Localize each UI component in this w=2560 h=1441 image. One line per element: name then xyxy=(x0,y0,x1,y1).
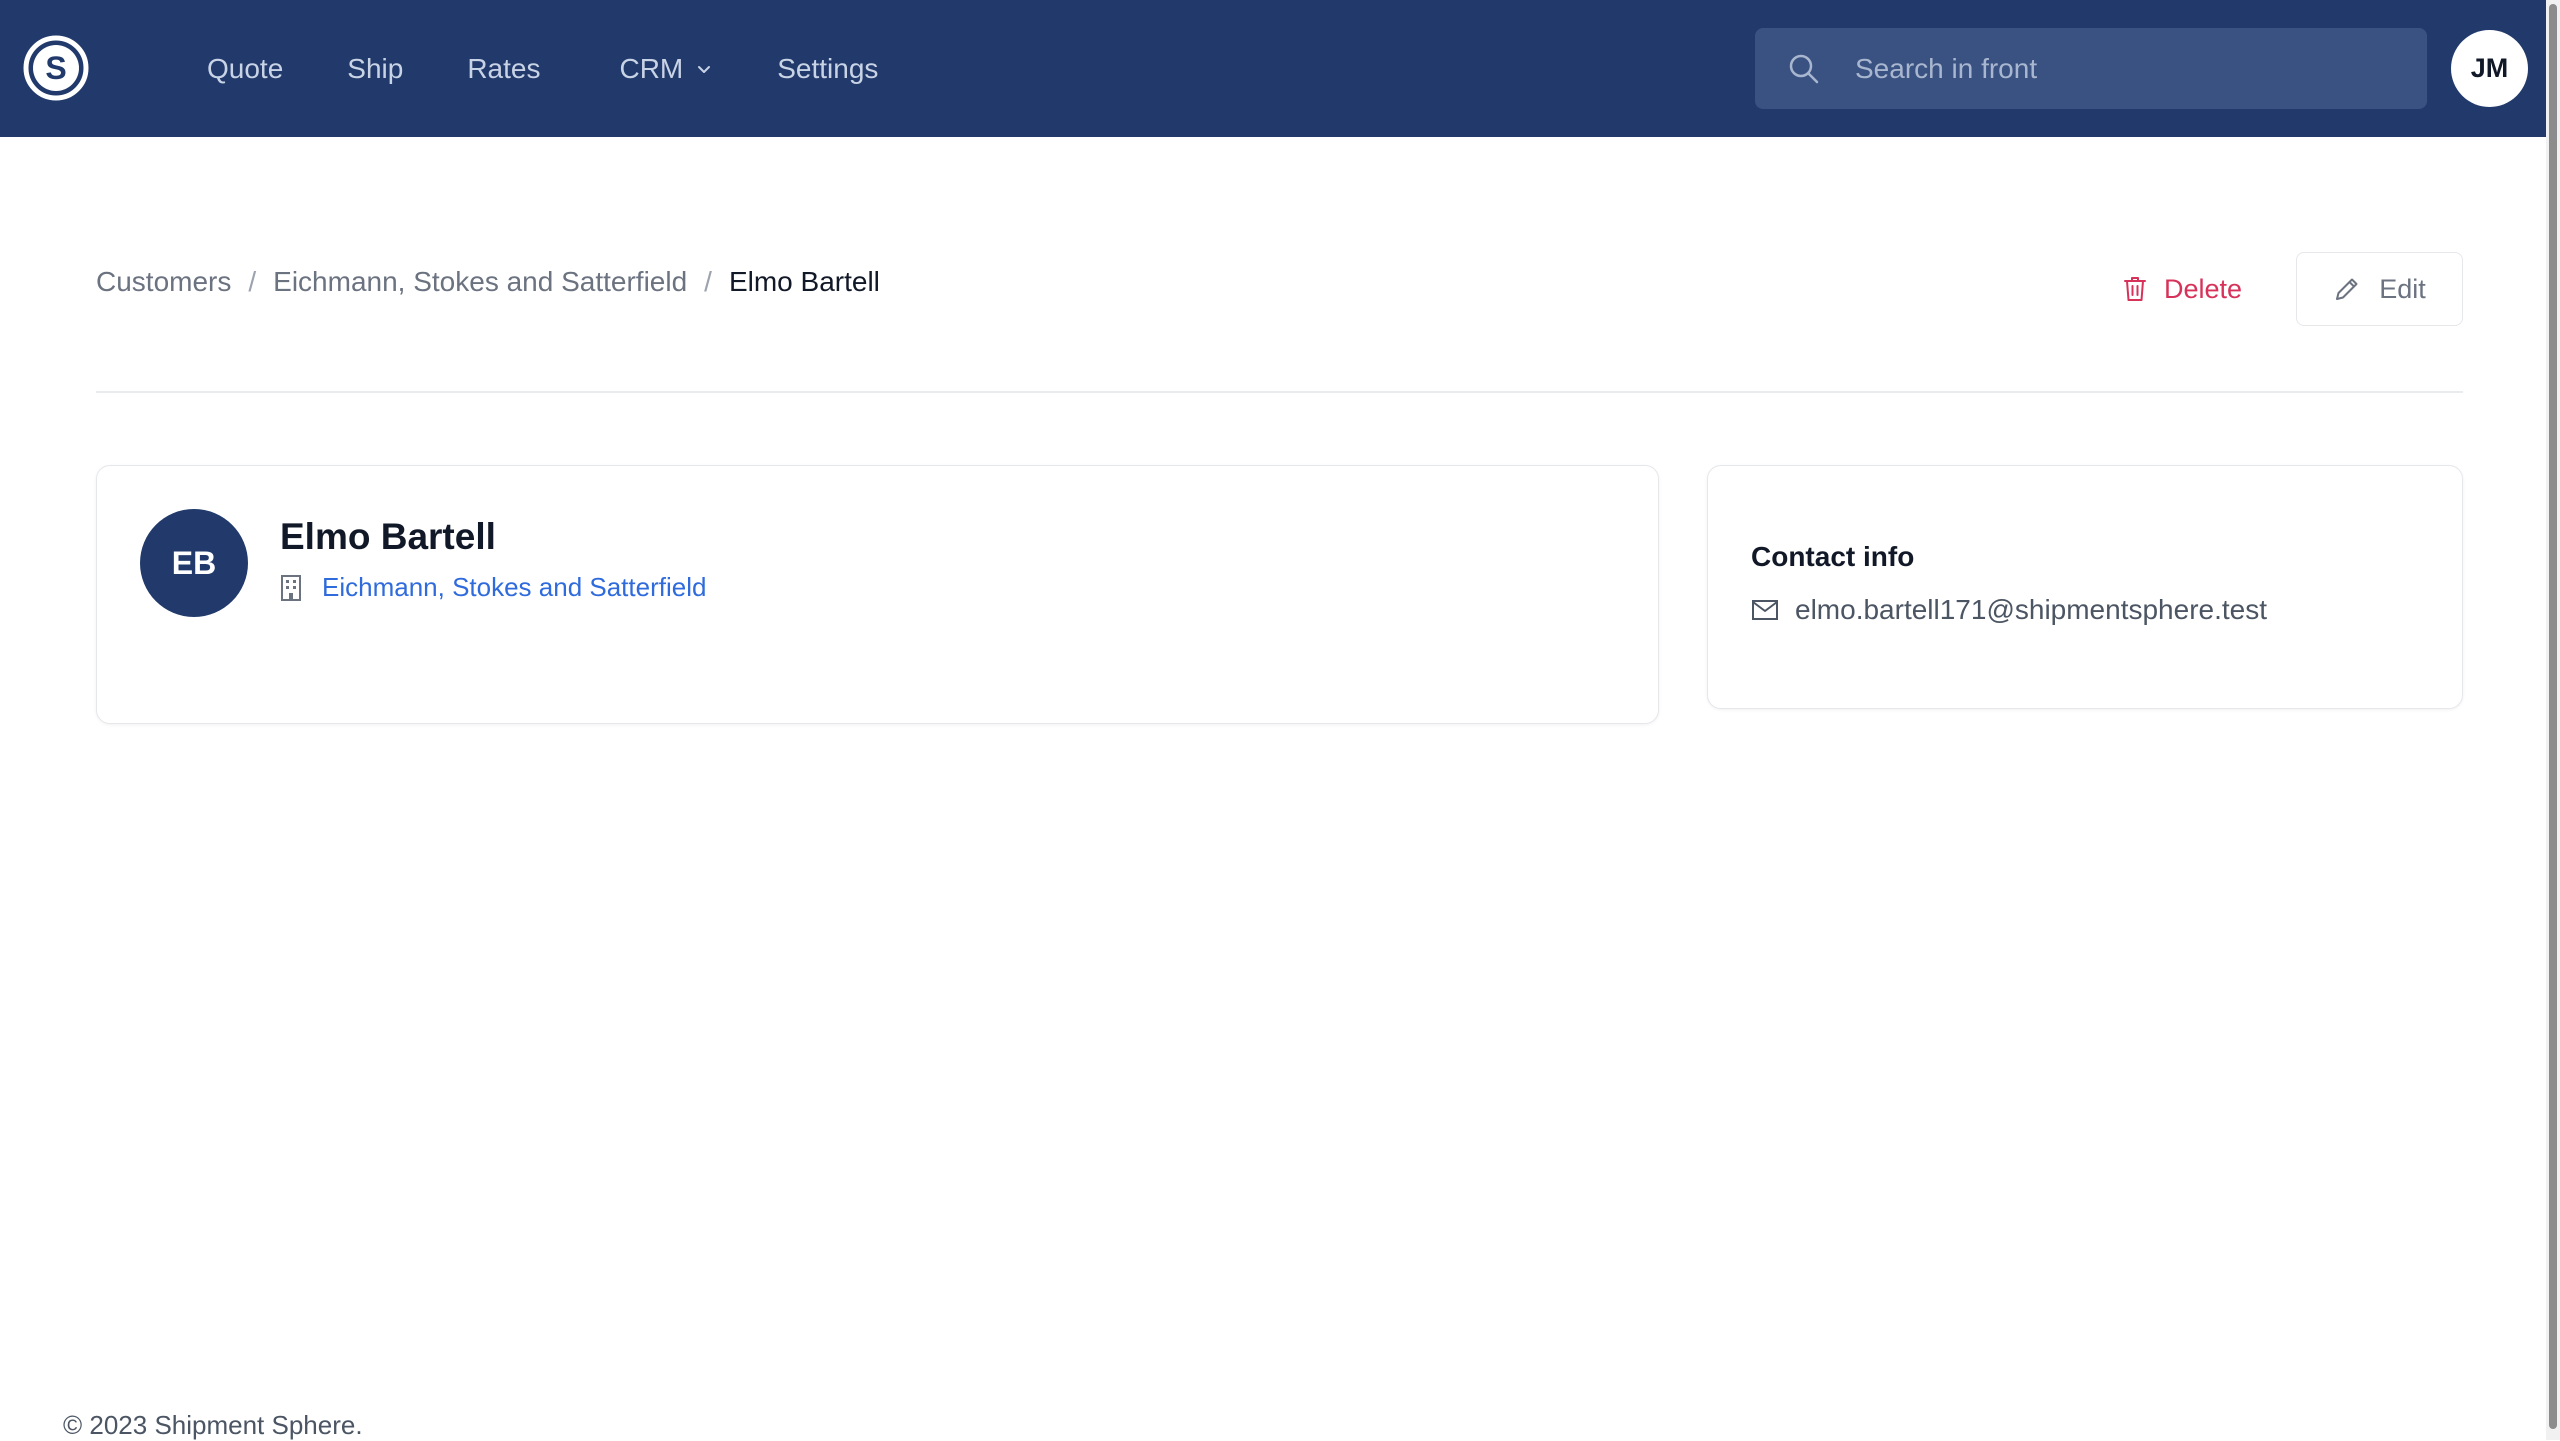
top-navigation-bar: S Quote Ship Rates CRM Settings JM xyxy=(0,0,2546,137)
shipment-sphere-logo-icon[interactable]: S xyxy=(23,35,89,101)
profile-card: EB Elmo Bartell Eichmann, Stokes and Sat… xyxy=(96,465,1659,724)
nav-item-crm-label: CRM xyxy=(619,52,684,84)
chevron-down-icon xyxy=(698,65,711,73)
footer-copyright: © 2023 Shipment Sphere. xyxy=(63,1410,363,1440)
nav-item-settings[interactable]: Settings xyxy=(777,53,878,85)
company-link-label: Eichmann, Stokes and Satterfield xyxy=(322,572,707,602)
user-avatar[interactable]: JM xyxy=(2451,30,2528,107)
company-link[interactable]: Eichmann, Stokes and Satterfield xyxy=(280,572,706,603)
nav-item-quote[interactable]: Quote xyxy=(207,53,283,85)
nav-item-ship[interactable]: Ship xyxy=(347,53,403,85)
edit-button-label: Edit xyxy=(2379,273,2426,304)
contact-email: elmo.bartell171@shipmentsphere.test xyxy=(1751,594,2267,626)
search-icon xyxy=(1789,54,1819,84)
nav-item-rates[interactable]: Rates xyxy=(467,53,540,85)
trash-icon xyxy=(2124,277,2146,301)
contact-info-title: Contact info xyxy=(1751,541,1915,572)
delete-button[interactable]: Delete xyxy=(2122,252,2242,326)
header-divider xyxy=(96,391,2463,393)
contact-info-card: Contact info elmo.bartell171@shipmentsph… xyxy=(1707,465,2463,709)
svg-text:S: S xyxy=(45,50,66,86)
envelope-icon xyxy=(1752,600,1778,620)
delete-button-label: Delete xyxy=(2164,273,2243,304)
main-nav: Quote Ship Rates CRM Settings xyxy=(207,0,942,137)
breadcrumb: Customers / Eichmann, Stokes and Satterf… xyxy=(96,266,880,298)
search-box[interactable] xyxy=(1755,28,2427,109)
customer-avatar: EB xyxy=(140,509,248,617)
breadcrumb-company[interactable]: Eichmann, Stokes and Satterfield xyxy=(273,266,687,298)
customer-name: Elmo Bartell xyxy=(280,516,496,557)
breadcrumb-customers[interactable]: Customers xyxy=(96,266,231,298)
scrollbar-thumb[interactable] xyxy=(2549,4,2557,1429)
page-scrollbar[interactable] xyxy=(2546,0,2560,1440)
contact-email-value[interactable]: elmo.bartell171@shipmentsphere.test xyxy=(1795,594,2267,626)
pencil-icon xyxy=(2336,278,2358,300)
edit-button[interactable]: Edit xyxy=(2296,252,2463,326)
building-icon xyxy=(281,574,301,601)
breadcrumb-separator: / xyxy=(248,266,257,297)
search-input[interactable] xyxy=(1855,28,2415,109)
breadcrumb-separator: / xyxy=(704,266,712,297)
breadcrumb-current: Elmo Bartell xyxy=(728,266,880,297)
nav-item-crm[interactable]: CRM xyxy=(619,53,713,85)
